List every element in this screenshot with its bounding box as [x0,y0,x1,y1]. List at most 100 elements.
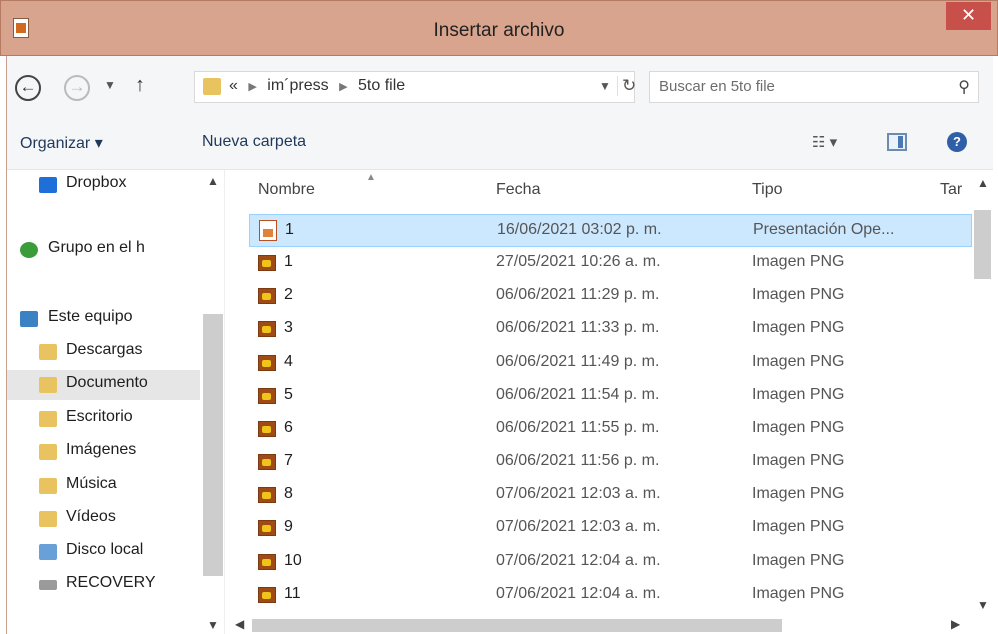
png-file-icon [258,321,276,337]
file-date: 27/05/2021 10:26 a. m. [496,253,661,270]
scroll-up-icon[interactable]: ▲ [207,174,219,188]
organize-menu-button[interactable]: Organizar ▾ [20,133,103,153]
png-file-icon [258,355,276,371]
file-type: Imagen PNG [752,552,845,569]
file-row[interactable]: 4 06/06/2021 11:49 p. m. Imagen PNG [249,347,972,380]
sidebar-item-documents[interactable]: Documento [7,370,200,400]
png-file-icon [258,487,276,503]
file-name: 2 [284,286,293,303]
file-name: 6 [284,419,293,436]
view-options-icon[interactable]: ☷ ▾ [812,133,837,151]
videos-folder-icon [39,511,57,527]
refresh-icon[interactable]: ↻ [617,76,637,96]
file-list-hscroll-thumb[interactable] [252,619,782,632]
breadcrumb-item-5to-file[interactable]: 5to file [358,77,405,95]
sidebar-item-dropbox[interactable]: Dropbox [7,170,200,200]
file-list: Nombre ▲ Fecha Tipo Tar 1 16/06/2021 03:… [225,170,993,634]
file-name: 8 [284,485,293,502]
column-header-type[interactable]: Tipo [752,181,783,199]
file-row[interactable]: 11 07/06/2021 12:04 a. m. Imagen PNG [249,579,972,615]
png-file-icon [258,554,276,570]
sidebar-item-label: Vídeos [66,508,116,525]
scroll-down-icon[interactable]: ▼ [977,598,989,612]
file-list-vertical-scrollbar[interactable]: ▲ ▼ [972,170,993,634]
sidebar-item-local-disk[interactable]: Disco local [7,537,200,567]
address-history-dropdown-icon[interactable]: ▼ [599,79,611,93]
scroll-down-icon[interactable]: ▼ [207,618,219,632]
breadcrumb-overflow[interactable]: « [229,77,238,95]
desktop-folder-icon [39,411,57,427]
scroll-left-icon[interactable]: ◀ [235,617,244,631]
file-row[interactable]: 1 16/06/2021 03:02 p. m. Presentación Op… [249,214,972,247]
drive-icon [39,580,57,590]
file-date: 16/06/2021 03:02 p. m. [497,221,662,238]
sidebar-item-homegroup[interactable]: Grupo en el h [7,235,200,265]
music-folder-icon [39,478,57,494]
sidebar-item-label: Dropbox [66,174,127,191]
file-row[interactable]: 2 06/06/2021 11:29 p. m. Imagen PNG [249,280,972,313]
scroll-right-icon[interactable]: ▶ [951,617,960,631]
png-file-icon [258,421,276,437]
file-row[interactable]: 1 27/05/2021 10:26 a. m. Imagen PNG [249,247,972,280]
navigation-pane: Dropbox Grupo en el h Este equipo Descar… [7,170,225,634]
address-bar[interactable]: « ▶ im´press ▶ 5to file ▼ ↻ [194,71,637,103]
command-bar: Organizar ▾ Nueva carpeta ☷ ▾ ? [7,116,993,170]
chevron-right-icon[interactable]: ▶ [339,80,347,93]
file-date: 07/06/2021 12:04 a. m. [496,552,661,569]
recent-locations-dropdown-icon[interactable]: ▼ [104,78,116,92]
sidebar-item-label: Disco local [66,541,144,558]
file-name: 4 [284,353,293,370]
file-type: Imagen PNG [752,253,845,270]
help-icon[interactable]: ? [947,132,967,152]
file-list-scrollbar-thumb[interactable] [974,210,991,279]
file-list-horizontal-scrollbar[interactable]: ◀ ▶ [225,615,972,634]
search-icon[interactable]: ⚲ [958,77,970,97]
preview-pane-icon[interactable] [887,133,907,151]
file-type: Imagen PNG [752,518,845,535]
file-date: 06/06/2021 11:56 p. m. [496,452,660,469]
scroll-up-icon[interactable]: ▲ [977,176,989,190]
file-type: Imagen PNG [752,353,845,370]
chevron-right-icon[interactable]: ▶ [248,80,256,93]
file-name: 1 [285,221,294,238]
sidebar-item-recovery[interactable]: RECOVERY [7,570,200,600]
search-input[interactable]: Buscar en 5to file ⚲ [649,71,979,103]
sidebar-scrollbar[interactable]: ▲ ▼ [200,170,225,634]
sidebar-item-this-pc[interactable]: Este equipo [7,304,200,334]
file-date: 07/06/2021 12:03 a. m. [496,485,661,502]
forward-button[interactable]: → [64,75,90,101]
back-button[interactable]: ← [15,75,41,101]
sidebar-scrollbar-thumb[interactable] [203,314,223,576]
sidebar-item-label: Documento [66,374,148,391]
column-header-size[interactable]: Tar [940,181,962,199]
breadcrumb: « ▶ im´press ▶ 5to file [229,77,405,95]
file-row[interactable]: 10 07/06/2021 12:04 a. m. Imagen PNG [249,546,972,579]
file-row[interactable]: 7 06/06/2021 11:56 p. m. Imagen PNG [249,446,972,479]
file-row[interactable]: 5 06/06/2021 11:54 p. m. Imagen PNG [249,380,972,413]
file-row[interactable]: 8 07/06/2021 12:03 a. m. Imagen PNG [249,479,972,512]
new-folder-button[interactable]: Nueva carpeta [202,133,306,151]
file-row[interactable]: 9 07/06/2021 12:03 a. m. Imagen PNG [249,512,972,545]
up-button[interactable]: ↑ [135,74,145,97]
sidebar-item-label: RECOVERY [66,574,156,591]
file-type: Imagen PNG [752,485,845,502]
computer-icon [20,311,38,327]
file-row[interactable]: 6 06/06/2021 11:55 p. m. Imagen PNG [249,413,972,446]
close-button[interactable]: ✕ [946,2,991,30]
sidebar-item-downloads[interactable]: Descargas [7,337,200,367]
sidebar-item-music[interactable]: Música [7,471,200,501]
sidebar-item-videos[interactable]: Vídeos [7,504,200,534]
png-file-icon [258,388,276,404]
file-row[interactable]: 3 06/06/2021 11:33 p. m. Imagen PNG [249,313,972,346]
column-header-date[interactable]: Fecha [496,181,540,199]
sidebar-item-label: Escritorio [66,408,133,425]
column-header-name[interactable]: Nombre [258,181,315,199]
homegroup-icon [20,242,38,258]
folder-icon [203,78,221,95]
sidebar-item-pictures[interactable]: Imágenes [7,437,200,467]
search-placeholder: Buscar en 5to file [659,78,775,95]
sidebar-item-desktop[interactable]: Escritorio [7,404,200,434]
file-date: 06/06/2021 11:54 p. m. [496,386,660,403]
title-bar: Insertar archivo ✕ [0,0,998,56]
breadcrumb-item-impress[interactable]: im´press [267,77,328,95]
